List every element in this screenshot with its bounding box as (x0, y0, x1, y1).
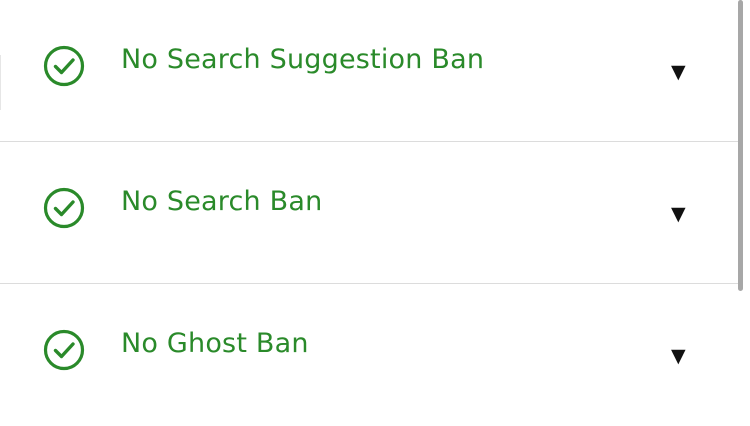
ban-check-list: No Search Suggestion Ban ▼ No Search Ban… (0, 0, 738, 410)
left-edge-divider (0, 55, 1, 110)
check-label: No Search Ban (121, 186, 323, 217)
check-circle-icon (43, 187, 85, 229)
check-row-search-ban[interactable]: No Search Ban ▼ (0, 142, 738, 284)
check-label: No Search Suggestion Ban (121, 44, 485, 75)
check-row-ghost-ban[interactable]: No Ghost Ban ▼ (0, 284, 738, 426)
check-label: No Ghost Ban (121, 328, 309, 359)
check-circle-icon (43, 45, 85, 87)
vertical-scrollbar[interactable] (738, 0, 743, 291)
check-row-search-suggestion-ban[interactable]: No Search Suggestion Ban ▼ (0, 0, 738, 142)
chevron-down-icon[interactable]: ▼ (671, 344, 686, 368)
chevron-down-icon[interactable]: ▼ (671, 202, 686, 226)
check-circle-icon (43, 329, 85, 371)
chevron-down-icon[interactable]: ▼ (671, 60, 686, 84)
